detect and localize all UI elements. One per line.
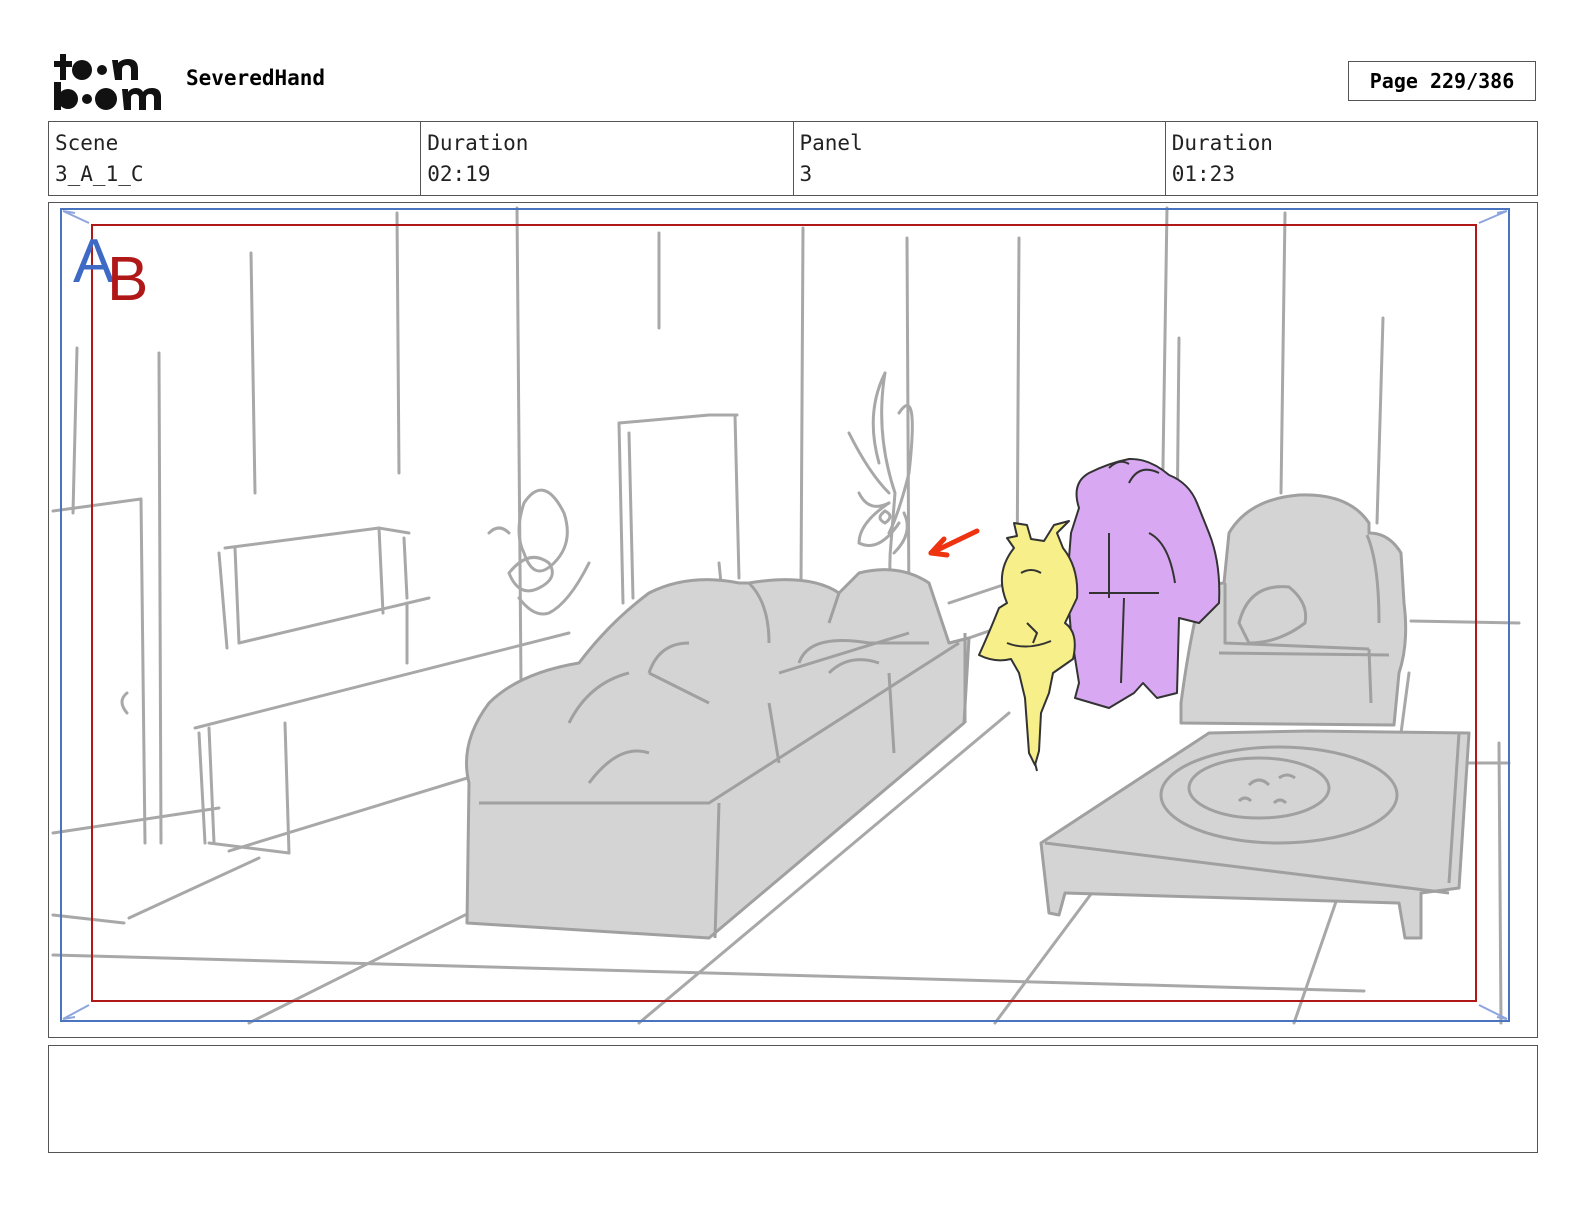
panel-notes-box: [48, 1045, 1538, 1153]
scene-cell: Scene 3_A_1_C: [49, 122, 422, 195]
panel-notes-text: [49, 1046, 1537, 1062]
page-indicator: Page 229/386: [1348, 61, 1536, 101]
toon-boom-logo: [52, 52, 164, 112]
project-title: SeveredHand: [186, 66, 326, 90]
scene-value: 3_A_1_C: [55, 162, 144, 186]
layer-letter-b: B: [107, 245, 149, 314]
scene-info-table: Scene 3_A_1_C Duration 02:19 Panel 3 Dur…: [48, 121, 1538, 196]
scene-label: Scene: [55, 131, 119, 155]
panel-duration-label: Duration: [1171, 131, 1273, 155]
panel-label: Panel: [799, 131, 863, 155]
panel-sketch: [51, 206, 1521, 1025]
panel-cell: Panel 3: [794, 122, 1166, 195]
panel-value: 3: [799, 162, 813, 186]
scene-duration-label: Duration: [427, 131, 529, 155]
panel-duration-cell: Duration 01:23: [1166, 122, 1537, 195]
scene-duration-value: 02:19: [427, 162, 491, 186]
storyboard-panel: A B: [48, 202, 1538, 1038]
scene-duration-cell: Duration 02:19: [421, 122, 794, 195]
panel-duration-value: 01:23: [1171, 162, 1235, 186]
